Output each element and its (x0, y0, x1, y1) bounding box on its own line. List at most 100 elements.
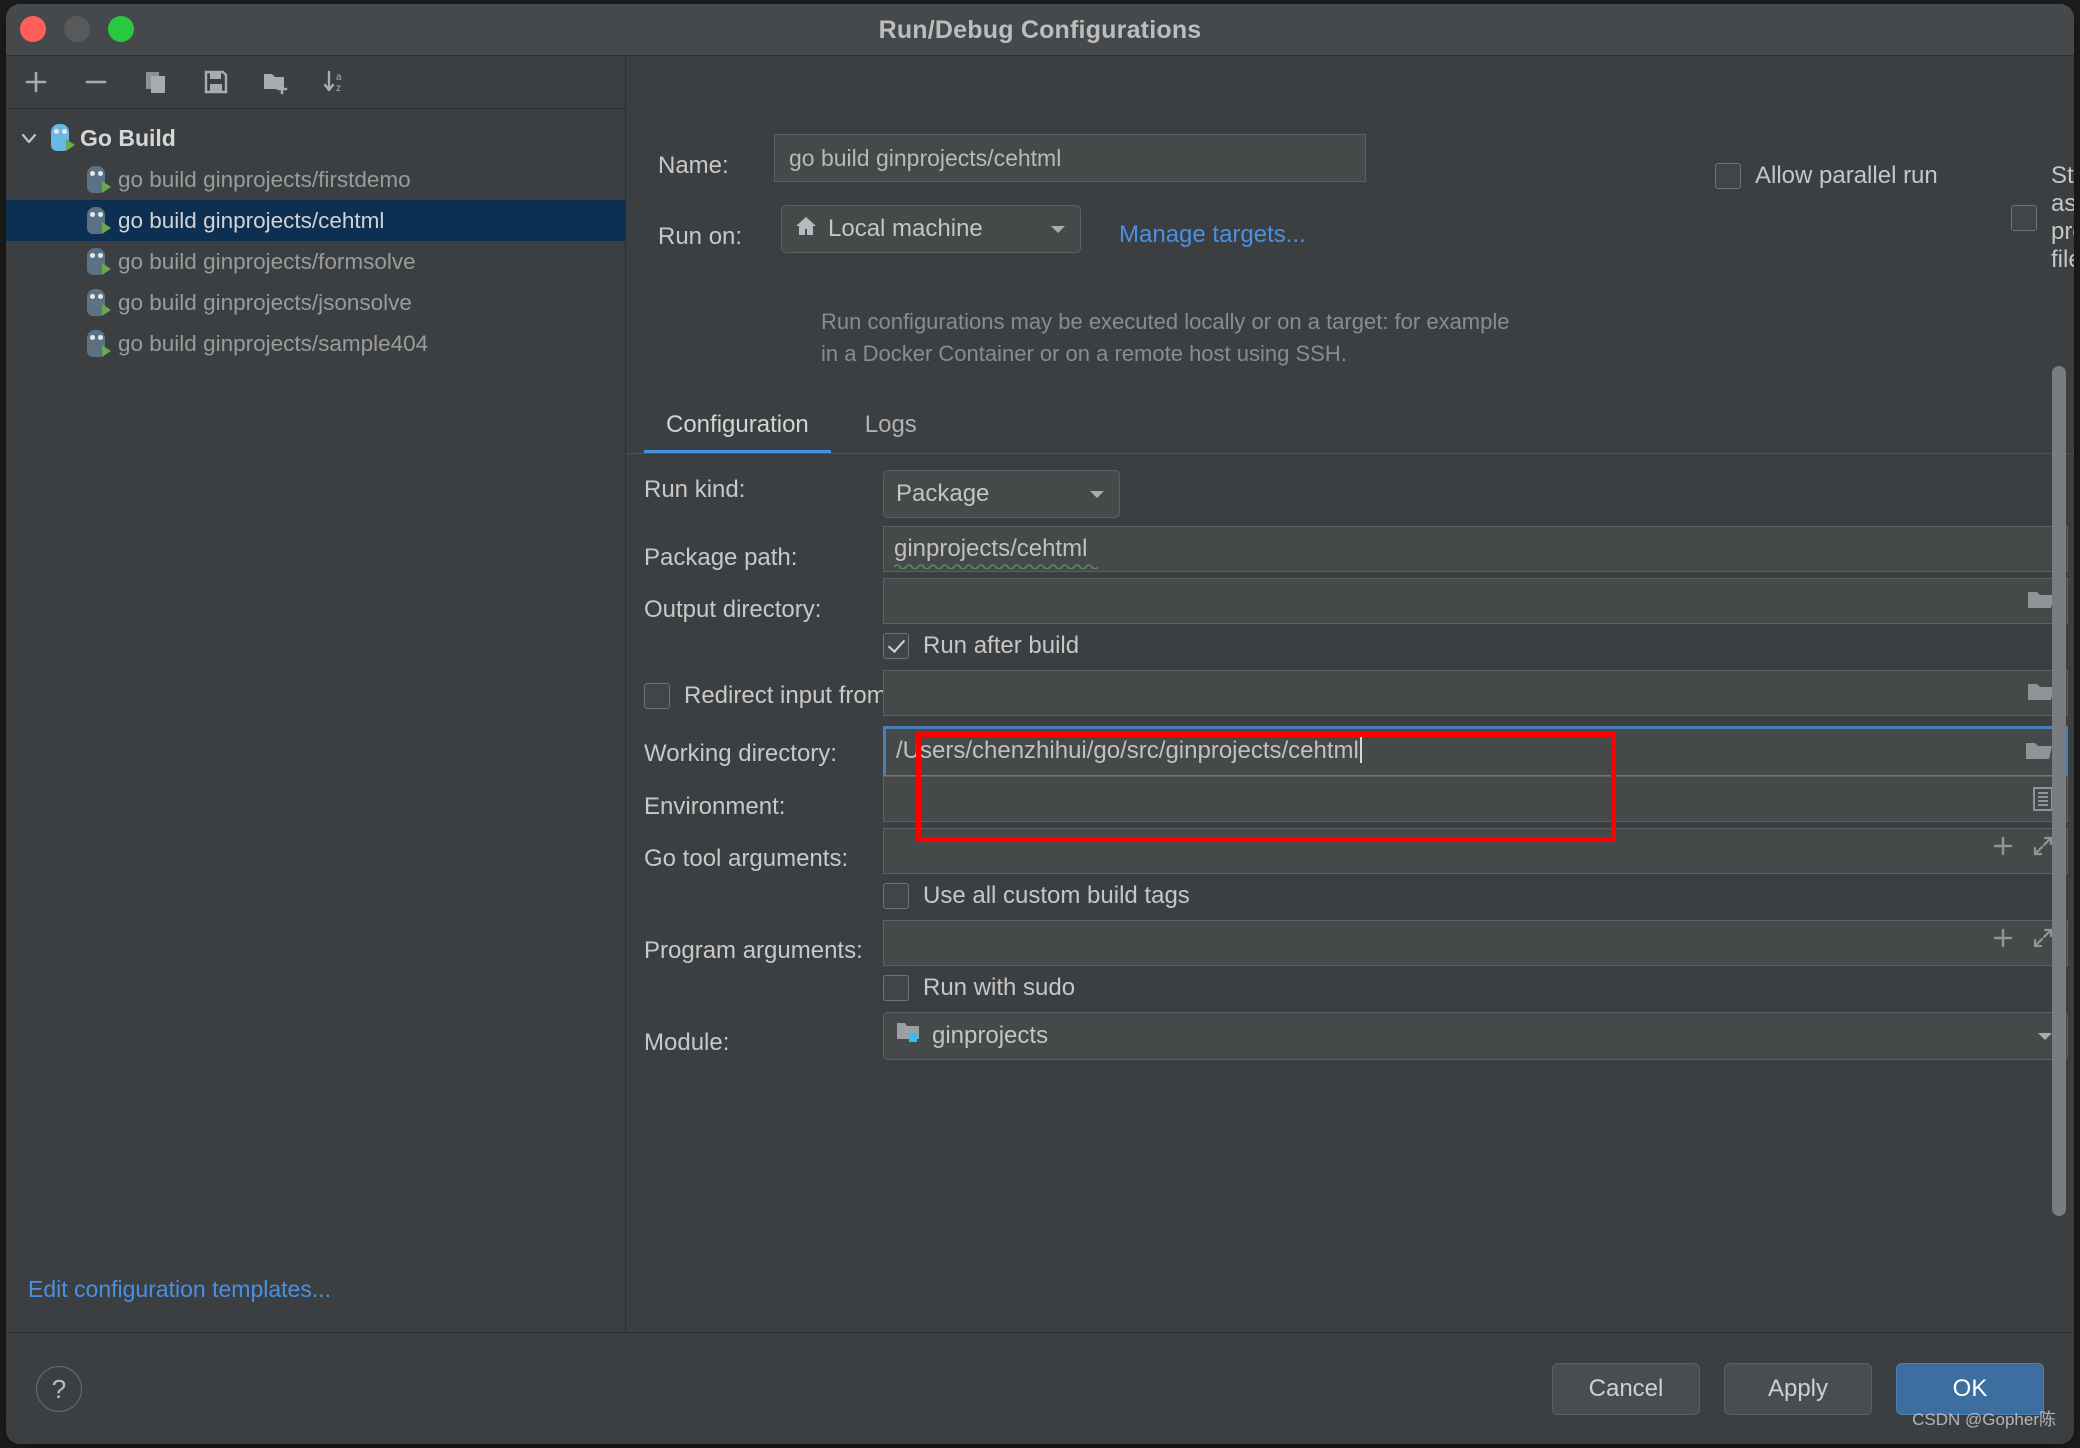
module-folder-icon (896, 1021, 922, 1052)
run-kind-label: Run kind: (644, 476, 746, 503)
allow-parallel-run-label: Allow parallel run (1755, 162, 1938, 189)
configuration-scroll-area: Run kind: Package Package path: ginproje… (626, 454, 2074, 1332)
go-gopher-icon (84, 206, 111, 236)
text-cursor (1359, 737, 1362, 763)
working-directory-label: Working directory: (644, 740, 837, 767)
redirect-input-checkbox[interactable] (644, 683, 670, 709)
tree-item-label: go build ginprojects/firstdemo (118, 166, 411, 192)
use-all-custom-build-tags-checkbox[interactable] (883, 883, 909, 909)
go-tool-arguments-label: Go tool arguments: (644, 845, 849, 872)
tree-item-sample404[interactable]: go build ginprojects/sample404 (6, 323, 625, 364)
run-with-sudo-checkbox[interactable] (883, 975, 909, 1001)
run-after-build-row[interactable]: Run after build (883, 632, 1079, 660)
main-panel: Name: go build ginprojects/cehtml Allow … (626, 56, 2074, 1332)
browse-folder-icon[interactable] (2025, 740, 2053, 764)
tree-item-label: go build ginprojects/formsolve (118, 248, 416, 274)
chevron-down-icon[interactable] (1087, 480, 1107, 508)
output-directory-input[interactable] (883, 578, 2068, 624)
save-configuration-button[interactable] (198, 64, 234, 100)
manage-targets-link[interactable]: Manage targets... (1119, 221, 1306, 249)
use-all-custom-build-tags-label: Use all custom build tags (923, 882, 1190, 909)
use-all-custom-build-tags-row[interactable]: Use all custom build tags (883, 882, 1190, 910)
store-as-project-file-checkbox[interactable] (2011, 205, 2037, 231)
redirect-input-row[interactable]: Redirect input from: (644, 682, 893, 710)
sidebar-toolbar: a z (6, 56, 625, 109)
tree-root-go-build[interactable]: Go Build (6, 117, 625, 159)
store-as-project-file-label: Store as project file (2051, 162, 2074, 273)
tree-item-firstdemo[interactable]: go build ginprojects/firstdemo (6, 159, 625, 200)
environment-label: Environment: (644, 793, 786, 820)
copy-configuration-button[interactable] (138, 64, 174, 100)
home-icon (794, 214, 818, 245)
new-folder-button[interactable] (258, 64, 294, 100)
go-gopher-icon (84, 288, 111, 318)
configurations-sidebar: a z Go Build go build ginprojects/firstd… (6, 56, 626, 1332)
name-input[interactable]: go build ginprojects/cehtml (774, 134, 1366, 182)
run-debug-configurations-dialog: Run/Debug Configurations a z Go Build go… (6, 4, 2074, 1444)
title-bar: Run/Debug Configurations (6, 4, 2074, 56)
tab-logs[interactable]: Logs (843, 411, 939, 453)
run-on-dropdown[interactable]: Local machine (781, 205, 1081, 253)
working-directory-input[interactable]: /Users/chenzhihui/go/src/ginprojects/ceh… (883, 726, 2068, 778)
environment-input[interactable] (883, 776, 2068, 822)
svg-text:z: z (336, 83, 341, 94)
run-after-build-checkbox[interactable] (883, 633, 909, 659)
allow-parallel-run-checkbox[interactable] (1715, 163, 1741, 189)
help-button[interactable]: ? (36, 1366, 82, 1412)
add-configuration-button[interactable] (18, 64, 54, 100)
run-on-label: Run on: (658, 223, 743, 250)
tree-item-label: go build ginprojects/sample404 (118, 330, 429, 356)
run-kind-dropdown[interactable]: Package (883, 470, 1120, 518)
add-argument-icon[interactable] (1991, 921, 2015, 965)
working-directory-value: /Users/chenzhihui/go/src/ginprojects/ceh… (896, 737, 1359, 764)
store-as-project-file-row[interactable]: Store as project file (2011, 162, 2074, 274)
package-path-label: Package path: (644, 544, 798, 571)
spellcheck-squiggle-icon (894, 564, 1099, 569)
allow-parallel-run-row[interactable]: Allow parallel run (1715, 162, 1938, 190)
browse-folder-icon[interactable] (2027, 681, 2055, 705)
tree-item-label: go build ginprojects/cehtml (118, 207, 385, 233)
edit-configuration-templates-link[interactable]: Edit configuration templates... (6, 1246, 626, 1332)
run-with-sudo-row[interactable]: Run with sudo (883, 974, 1075, 1002)
remove-configuration-button[interactable] (78, 64, 114, 100)
tree-item-cehtml[interactable]: go build ginprojects/cehtml (6, 200, 625, 241)
go-gopher-icon (48, 123, 75, 153)
module-dropdown[interactable]: ginprojects (883, 1012, 2068, 1060)
add-argument-icon[interactable] (1991, 829, 2015, 873)
package-path-input[interactable]: ginprojects/cehtml (883, 526, 2068, 572)
program-arguments-input[interactable] (883, 920, 2068, 966)
tree-item-formsolve[interactable]: go build ginprojects/formsolve (6, 241, 625, 282)
run-on-value: Local machine (828, 215, 983, 242)
vertical-scrollbar-thumb[interactable] (2052, 366, 2066, 1216)
go-tool-arguments-actions (1991, 829, 2055, 873)
program-arguments-label: Program arguments: (644, 937, 863, 964)
run-on-hint-text: Run configurations may be executed local… (821, 309, 1510, 366)
output-directory-label: Output directory: (644, 596, 822, 623)
chevron-down-icon[interactable] (16, 125, 42, 151)
module-value: ginprojects (932, 1022, 1049, 1049)
tab-configuration[interactable]: Configuration (644, 411, 831, 453)
name-label: Name: (658, 152, 729, 179)
tree-item-jsonsolve[interactable]: go build ginprojects/jsonsolve (6, 282, 625, 323)
chevron-down-icon[interactable] (1048, 215, 1068, 243)
tree-root-label: Go Build (80, 124, 176, 151)
configurations-tree: Go Build go build ginprojects/firstdemo … (6, 109, 625, 364)
window-title: Run/Debug Configurations (878, 16, 1202, 44)
browse-folder-icon[interactable] (2027, 589, 2055, 613)
redirect-input-label: Redirect input from: (684, 682, 894, 709)
tree-item-label: go build ginprojects/jsonsolve (118, 289, 412, 315)
apply-button[interactable]: Apply (1724, 1363, 1872, 1415)
redirect-input-field[interactable] (883, 670, 2068, 716)
watermark: CSDN @Gopher陈 (1912, 1410, 2056, 1429)
run-with-sudo-label: Run with sudo (923, 974, 1076, 1001)
run-after-build-label: Run after build (923, 632, 1080, 659)
sort-configurations-button[interactable]: a z (318, 64, 354, 100)
go-gopher-icon (84, 247, 111, 277)
run-kind-value: Package (896, 480, 990, 507)
svg-text:a: a (336, 72, 342, 83)
go-gopher-icon (84, 165, 111, 195)
go-tool-arguments-input[interactable] (883, 828, 2068, 874)
package-path-value: ginprojects/cehtml (894, 535, 1088, 562)
cancel-button[interactable]: Cancel (1552, 1363, 1700, 1415)
program-arguments-actions (1991, 921, 2055, 965)
